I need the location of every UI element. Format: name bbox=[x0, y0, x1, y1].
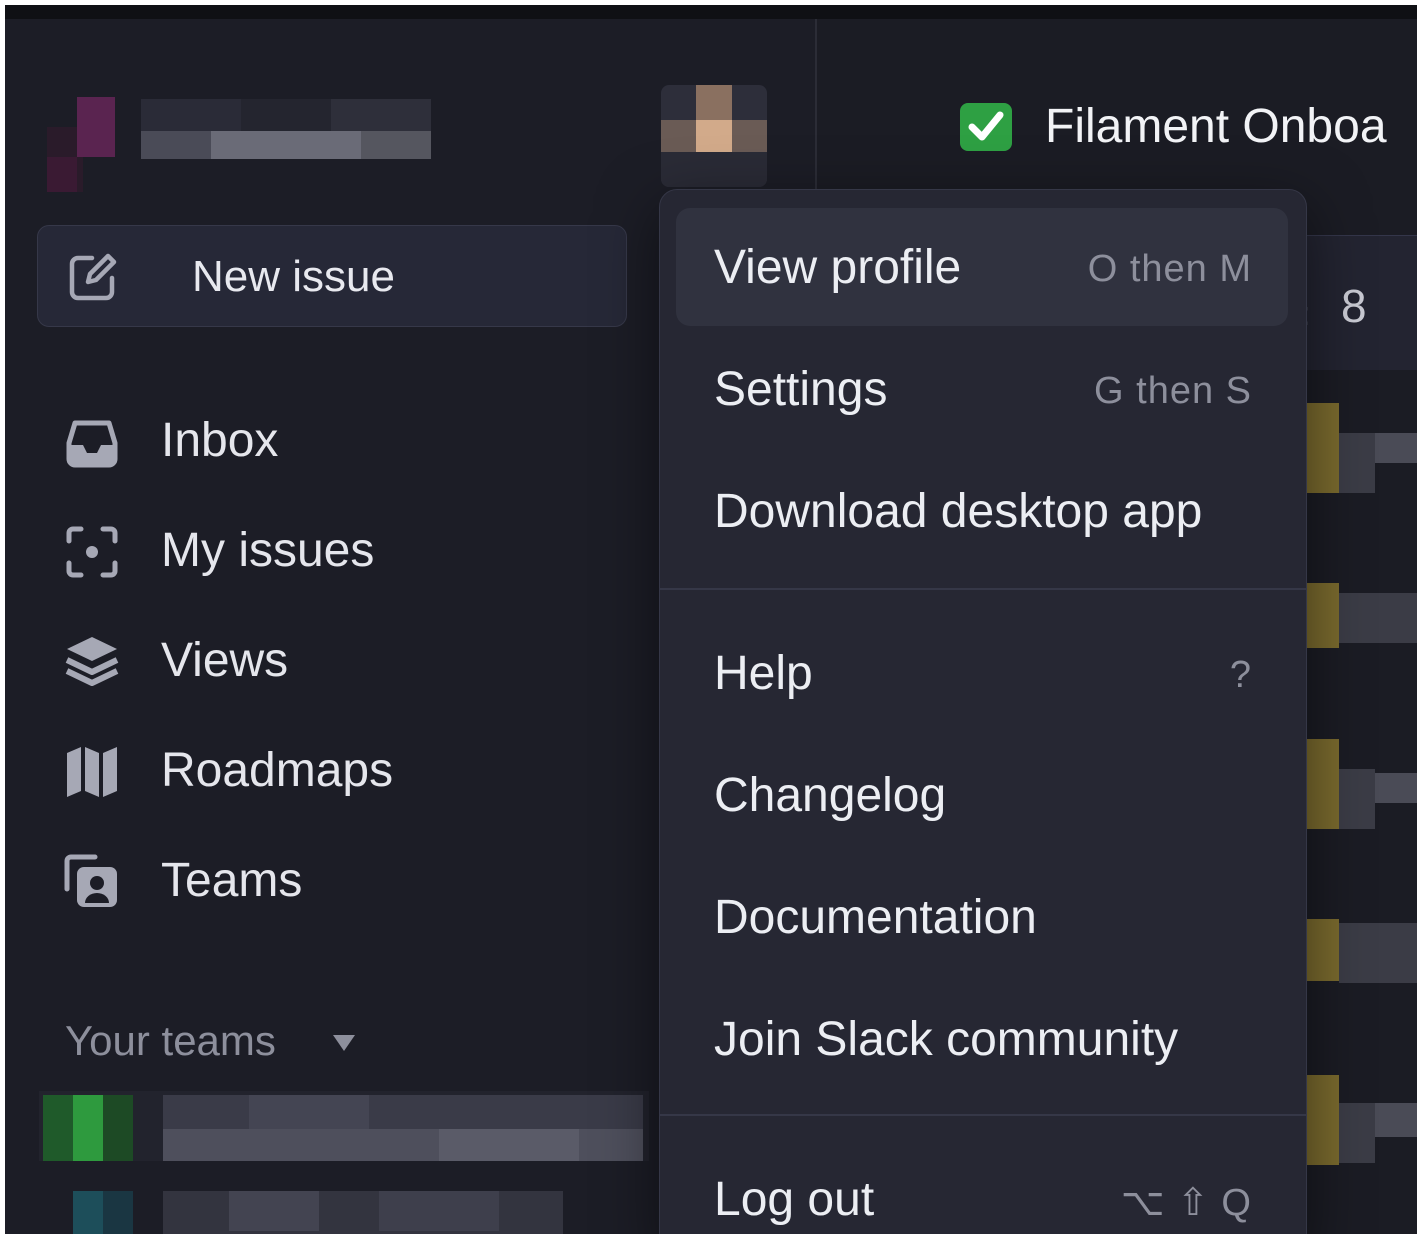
menu-item-view-profile[interactable]: View profile O then M bbox=[676, 208, 1288, 326]
sidebar-item-views[interactable]: Views bbox=[5, 615, 605, 705]
caret-down-icon[interactable] bbox=[333, 1035, 355, 1051]
menu-item-documentation[interactable]: Documentation bbox=[676, 858, 1288, 976]
menu-item-download-desktop-app[interactable]: Download desktop app bbox=[676, 452, 1288, 570]
sidebar-item-inbox[interactable]: Inbox bbox=[5, 395, 605, 485]
menu-item-log-out[interactable]: Log out ⌥ ⇧ Q bbox=[676, 1140, 1288, 1234]
menu-item-label: View profile bbox=[714, 241, 962, 294]
workspace-logo[interactable] bbox=[47, 97, 115, 192]
team-item[interactable] bbox=[39, 1191, 649, 1234]
your-teams-header[interactable]: Your teams bbox=[65, 1017, 276, 1065]
menu-item-help[interactable]: Help ? bbox=[676, 614, 1288, 732]
issue-count: 8 bbox=[1341, 280, 1367, 332]
new-issue-button[interactable]: New issue bbox=[37, 225, 627, 327]
sidebar-item-label: Inbox bbox=[161, 414, 279, 467]
teams-icon bbox=[64, 854, 117, 907]
shortcut-hint: ? bbox=[1229, 654, 1252, 696]
new-issue-label: New issue bbox=[192, 252, 395, 301]
issue-title[interactable]: Filament Onboa bbox=[1045, 99, 1387, 154]
focus-icon bbox=[66, 526, 118, 578]
menu-item-join-slack[interactable]: Join Slack community bbox=[676, 980, 1288, 1098]
menu-item-label: Help bbox=[714, 647, 813, 700]
user-avatar[interactable] bbox=[661, 85, 767, 187]
menu-divider bbox=[660, 588, 1306, 590]
menu-item-settings[interactable]: Settings G then S bbox=[676, 330, 1288, 448]
menu-item-label: Download desktop app bbox=[714, 485, 1203, 538]
check-emoji-icon bbox=[960, 103, 1012, 151]
menu-item-changelog[interactable]: Changelog bbox=[676, 736, 1288, 854]
sidebar-item-label: Roadmaps bbox=[161, 744, 394, 797]
menu-item-label: Settings bbox=[714, 363, 888, 416]
issue-list-preview bbox=[1305, 403, 1417, 1165]
menu-divider bbox=[660, 1114, 1306, 1116]
compose-icon bbox=[69, 253, 117, 301]
shortcut-hint: O then M bbox=[1087, 248, 1252, 290]
menu-item-label: Documentation bbox=[714, 891, 1037, 944]
sidebar-item-label: Teams bbox=[161, 854, 303, 907]
inbox-icon bbox=[66, 420, 118, 468]
menu-item-label: Join Slack community bbox=[714, 1013, 1179, 1066]
user-menu-dropdown: View profile O then M Settings G then S … bbox=[659, 189, 1307, 1234]
map-icon bbox=[67, 747, 117, 797]
layers-icon bbox=[65, 637, 119, 686]
sidebar-item-label: My issues bbox=[161, 524, 375, 577]
workspace-name[interactable] bbox=[141, 99, 431, 163]
window-top-border bbox=[5, 5, 1417, 19]
menu-item-label: Changelog bbox=[714, 769, 947, 822]
sidebar-item-roadmaps[interactable]: Roadmaps bbox=[5, 725, 605, 815]
menu-item-label: Log out bbox=[714, 1173, 875, 1226]
shortcut-hint: ⌥ ⇧ Q bbox=[1120, 1182, 1252, 1224]
sidebar-item-teams[interactable]: Teams bbox=[5, 835, 605, 925]
sidebar-item-label: Views bbox=[161, 634, 289, 687]
shortcut-hint: G then S bbox=[1094, 370, 1252, 412]
sidebar-item-my-issues[interactable]: My issues bbox=[5, 505, 605, 595]
app-window: New issue Inbox My issues Views Roadmaps… bbox=[5, 5, 1417, 1234]
team-item[interactable] bbox=[39, 1091, 649, 1161]
